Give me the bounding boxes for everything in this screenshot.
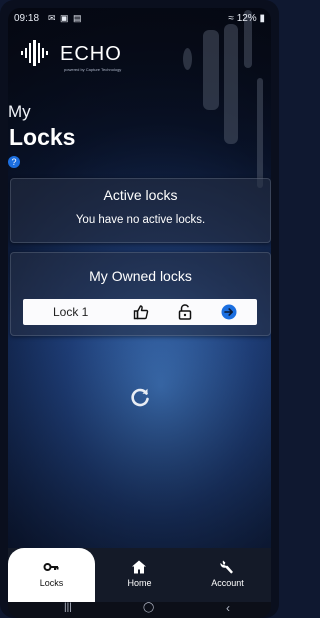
page-title-prefix: My [8, 102, 31, 121]
arrow-right-circle-icon[interactable] [221, 304, 237, 320]
bottom-tab-bar: Locks Home Account [8, 548, 271, 602]
soundwave-logo-icon [21, 40, 48, 66]
owned-locks-title: My Owned locks [89, 268, 192, 284]
refresh-icon[interactable] [129, 386, 151, 408]
system-back-button[interactable]: ‹ [226, 601, 230, 615]
active-locks-message: You have no active locks. [75, 214, 206, 226]
tab-account[interactable]: Account [184, 548, 271, 602]
battery-percent: 12% [236, 13, 257, 24]
tab-locks[interactable]: Locks [8, 548, 95, 602]
logo-tagline: powered by Capture Technology [64, 67, 122, 72]
lock-list-item[interactable]: Lock 1 [23, 299, 257, 325]
tab-locks-label: Locks [39, 578, 64, 588]
active-locks-title: Active locks [103, 187, 178, 203]
system-home-button[interactable]: ◯ [143, 602, 154, 613]
key-icon [43, 563, 59, 571]
battery-icon: ▮ [259, 13, 265, 24]
wrench-icon [220, 560, 233, 574]
status-bar: 09:18 ✉ ▣ ▤ ≈ 12% ▮ [8, 8, 271, 30]
tab-home-label: Home [127, 578, 152, 588]
active-locks-card: Active locks You have no active locks. [10, 178, 271, 243]
lock-name: Lock 1 [53, 305, 89, 319]
tab-account-label: Account [211, 578, 244, 588]
tab-home[interactable]: Home [96, 548, 183, 602]
owned-locks-card: My Owned locks Lock 1 [10, 252, 271, 336]
app-screen: 09:18 ✉ ▣ ▤ ≈ 12% ▮ ECHO powered by Capt… [8, 8, 271, 618]
status-time: 09:18 [14, 13, 40, 24]
phone-frame: 09:18 ✉ ▣ ▤ ≈ 12% ▮ ECHO powered by Capt… [0, 0, 279, 618]
logo-wordmark: ECHO [60, 43, 122, 65]
notification-icons: ✉ ▣ ▤ [48, 13, 83, 23]
recent-apps-button[interactable]: ||| [64, 602, 72, 613]
thumbs-up-icon[interactable] [133, 304, 149, 320]
home-icon [132, 560, 146, 574]
wifi-icon: ≈ [228, 13, 234, 24]
unlock-icon[interactable] [177, 304, 193, 320]
system-navigation-bar: ||| ◯ ‹ [8, 601, 271, 618]
battery-indicator: ≈ 12% ▮ [228, 13, 265, 24]
page-title: Locks [9, 124, 76, 150]
help-icon[interactable]: ? [8, 156, 20, 168]
